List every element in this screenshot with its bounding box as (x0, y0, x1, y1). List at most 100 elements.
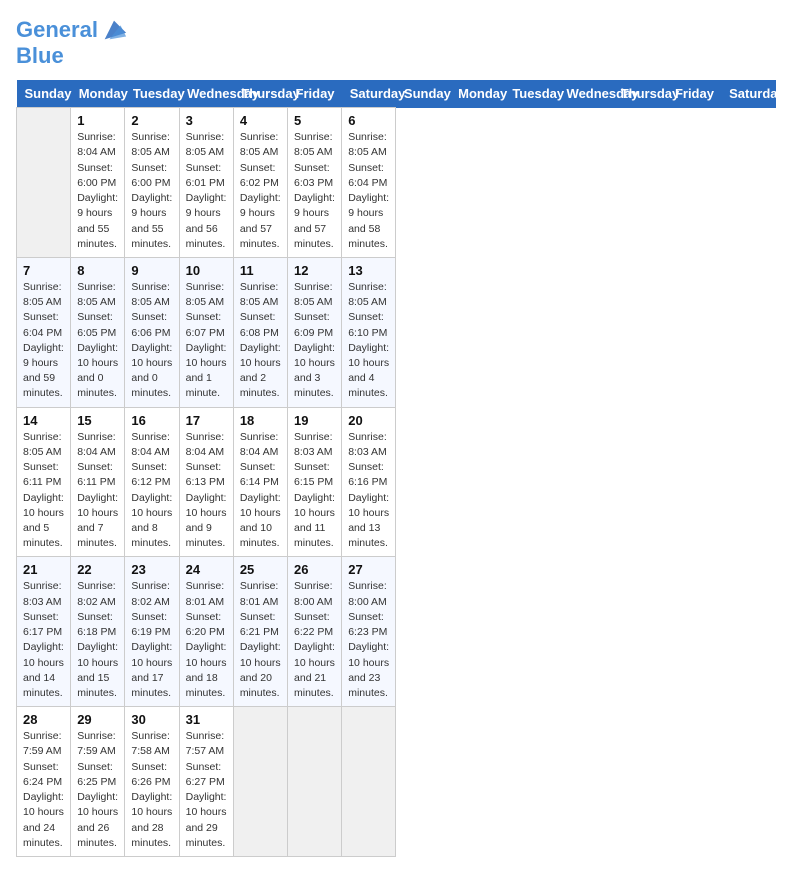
day-number: 24 (186, 562, 227, 577)
header-row: SundayMondayTuesdayWednesdayThursdayFrid… (17, 80, 776, 108)
calendar-cell: 3 Sunrise: 8:05 AMSunset: 6:01 PMDayligh… (179, 108, 233, 258)
logo-text: General (16, 18, 98, 42)
page-header: General Blue (16, 16, 776, 68)
calendar-cell: 30 Sunrise: 7:58 AMSunset: 6:26 PMDaylig… (125, 707, 179, 857)
calendar-cell: 19 Sunrise: 8:03 AMSunset: 6:15 PMDaylig… (288, 407, 342, 557)
calendar-cell: 11 Sunrise: 8:05 AMSunset: 6:08 PMDaylig… (233, 257, 287, 407)
day-info: Sunrise: 8:05 AMSunset: 6:01 PMDaylight:… (186, 130, 227, 252)
day-number: 25 (240, 562, 281, 577)
calendar-cell: 13 Sunrise: 8:05 AMSunset: 6:10 PMDaylig… (342, 257, 396, 407)
day-info: Sunrise: 8:05 AMSunset: 6:00 PMDaylight:… (131, 130, 172, 252)
calendar-cell: 29 Sunrise: 7:59 AMSunset: 6:25 PMDaylig… (71, 707, 125, 857)
day-info: Sunrise: 8:05 AMSunset: 6:02 PMDaylight:… (240, 130, 281, 252)
calendar-cell: 24 Sunrise: 8:01 AMSunset: 6:20 PMDaylig… (179, 557, 233, 707)
day-info: Sunrise: 8:05 AMSunset: 6:04 PMDaylight:… (348, 130, 389, 252)
calendar-cell (17, 108, 71, 258)
col-header-thursday: Thursday (613, 80, 667, 108)
week-row-1: 1 Sunrise: 8:04 AMSunset: 6:00 PMDayligh… (17, 108, 776, 258)
day-info: Sunrise: 8:01 AMSunset: 6:20 PMDaylight:… (186, 579, 227, 701)
day-info: Sunrise: 8:04 AMSunset: 6:13 PMDaylight:… (186, 430, 227, 552)
day-number: 14 (23, 413, 64, 428)
calendar-cell: 15 Sunrise: 8:04 AMSunset: 6:11 PMDaylig… (71, 407, 125, 557)
day-number: 23 (131, 562, 172, 577)
day-info: Sunrise: 8:02 AMSunset: 6:18 PMDaylight:… (77, 579, 118, 701)
day-number: 13 (348, 263, 389, 278)
calendar-cell: 14 Sunrise: 8:05 AMSunset: 6:11 PMDaylig… (17, 407, 71, 557)
week-row-4: 21 Sunrise: 8:03 AMSunset: 6:17 PMDaylig… (17, 557, 776, 707)
day-number: 2 (131, 113, 172, 128)
calendar-cell (233, 707, 287, 857)
col-header-sunday: Sunday (17, 80, 71, 108)
day-info: Sunrise: 8:05 AMSunset: 6:09 PMDaylight:… (294, 280, 335, 402)
day-number: 18 (240, 413, 281, 428)
day-number: 26 (294, 562, 335, 577)
calendar-cell: 6 Sunrise: 8:05 AMSunset: 6:04 PMDayligh… (342, 108, 396, 258)
calendar-cell: 9 Sunrise: 8:05 AMSunset: 6:06 PMDayligh… (125, 257, 179, 407)
day-number: 19 (294, 413, 335, 428)
day-info: Sunrise: 8:04 AMSunset: 6:11 PMDaylight:… (77, 430, 118, 552)
day-number: 17 (186, 413, 227, 428)
day-info: Sunrise: 8:04 AMSunset: 6:14 PMDaylight:… (240, 430, 281, 552)
calendar-cell: 12 Sunrise: 8:05 AMSunset: 6:09 PMDaylig… (288, 257, 342, 407)
day-info: Sunrise: 8:00 AMSunset: 6:22 PMDaylight:… (294, 579, 335, 701)
calendar-cell: 26 Sunrise: 8:00 AMSunset: 6:22 PMDaylig… (288, 557, 342, 707)
calendar-cell: 20 Sunrise: 8:03 AMSunset: 6:16 PMDaylig… (342, 407, 396, 557)
day-number: 16 (131, 413, 172, 428)
day-info: Sunrise: 8:03 AMSunset: 6:17 PMDaylight:… (23, 579, 64, 701)
day-info: Sunrise: 7:59 AMSunset: 6:25 PMDaylight:… (77, 729, 118, 851)
day-info: Sunrise: 8:05 AMSunset: 6:06 PMDaylight:… (131, 280, 172, 402)
calendar-cell: 5 Sunrise: 8:05 AMSunset: 6:03 PMDayligh… (288, 108, 342, 258)
calendar-cell: 22 Sunrise: 8:02 AMSunset: 6:18 PMDaylig… (71, 557, 125, 707)
col-header-saturday: Saturday (342, 80, 396, 108)
calendar-table: SundayMondayTuesdayWednesdayThursdayFrid… (16, 80, 776, 857)
day-number: 11 (240, 263, 281, 278)
col-header-friday: Friday (667, 80, 721, 108)
day-number: 31 (186, 712, 227, 727)
day-info: Sunrise: 8:05 AMSunset: 6:11 PMDaylight:… (23, 430, 64, 552)
day-number: 10 (186, 263, 227, 278)
col-header-wednesday: Wednesday (179, 80, 233, 108)
day-number: 28 (23, 712, 64, 727)
day-number: 29 (77, 712, 118, 727)
calendar-cell: 25 Sunrise: 8:01 AMSunset: 6:21 PMDaylig… (233, 557, 287, 707)
calendar-cell: 23 Sunrise: 8:02 AMSunset: 6:19 PMDaylig… (125, 557, 179, 707)
day-info: Sunrise: 8:00 AMSunset: 6:23 PMDaylight:… (348, 579, 389, 701)
calendar-cell (342, 707, 396, 857)
day-info: Sunrise: 8:04 AMSunset: 6:00 PMDaylight:… (77, 130, 118, 252)
day-number: 6 (348, 113, 389, 128)
col-header-thursday: Thursday (233, 80, 287, 108)
week-row-5: 28 Sunrise: 7:59 AMSunset: 6:24 PMDaylig… (17, 707, 776, 857)
col-header-tuesday: Tuesday (125, 80, 179, 108)
day-info: Sunrise: 8:03 AMSunset: 6:15 PMDaylight:… (294, 430, 335, 552)
day-info: Sunrise: 7:57 AMSunset: 6:27 PMDaylight:… (186, 729, 227, 851)
week-row-3: 14 Sunrise: 8:05 AMSunset: 6:11 PMDaylig… (17, 407, 776, 557)
logo-icon (100, 16, 128, 44)
day-info: Sunrise: 7:58 AMSunset: 6:26 PMDaylight:… (131, 729, 172, 851)
day-number: 20 (348, 413, 389, 428)
day-number: 15 (77, 413, 118, 428)
day-number: 4 (240, 113, 281, 128)
calendar-cell (288, 707, 342, 857)
day-number: 3 (186, 113, 227, 128)
col-header-monday: Monday (450, 80, 504, 108)
day-info: Sunrise: 8:05 AMSunset: 6:10 PMDaylight:… (348, 280, 389, 402)
day-number: 27 (348, 562, 389, 577)
day-number: 8 (77, 263, 118, 278)
calendar-cell: 7 Sunrise: 8:05 AMSunset: 6:04 PMDayligh… (17, 257, 71, 407)
calendar-cell: 10 Sunrise: 8:05 AMSunset: 6:07 PMDaylig… (179, 257, 233, 407)
col-header-monday: Monday (71, 80, 125, 108)
calendar-cell: 21 Sunrise: 8:03 AMSunset: 6:17 PMDaylig… (17, 557, 71, 707)
calendar-cell: 4 Sunrise: 8:05 AMSunset: 6:02 PMDayligh… (233, 108, 287, 258)
day-number: 7 (23, 263, 64, 278)
col-header-tuesday: Tuesday (504, 80, 558, 108)
day-number: 9 (131, 263, 172, 278)
day-number: 12 (294, 263, 335, 278)
day-number: 5 (294, 113, 335, 128)
day-info: Sunrise: 8:05 AMSunset: 6:03 PMDaylight:… (294, 130, 335, 252)
calendar-cell: 1 Sunrise: 8:04 AMSunset: 6:00 PMDayligh… (71, 108, 125, 258)
day-info: Sunrise: 8:05 AMSunset: 6:08 PMDaylight:… (240, 280, 281, 402)
day-info: Sunrise: 8:02 AMSunset: 6:19 PMDaylight:… (131, 579, 172, 701)
calendar-cell: 27 Sunrise: 8:00 AMSunset: 6:23 PMDaylig… (342, 557, 396, 707)
calendar-cell: 18 Sunrise: 8:04 AMSunset: 6:14 PMDaylig… (233, 407, 287, 557)
day-info: Sunrise: 8:05 AMSunset: 6:04 PMDaylight:… (23, 280, 64, 402)
